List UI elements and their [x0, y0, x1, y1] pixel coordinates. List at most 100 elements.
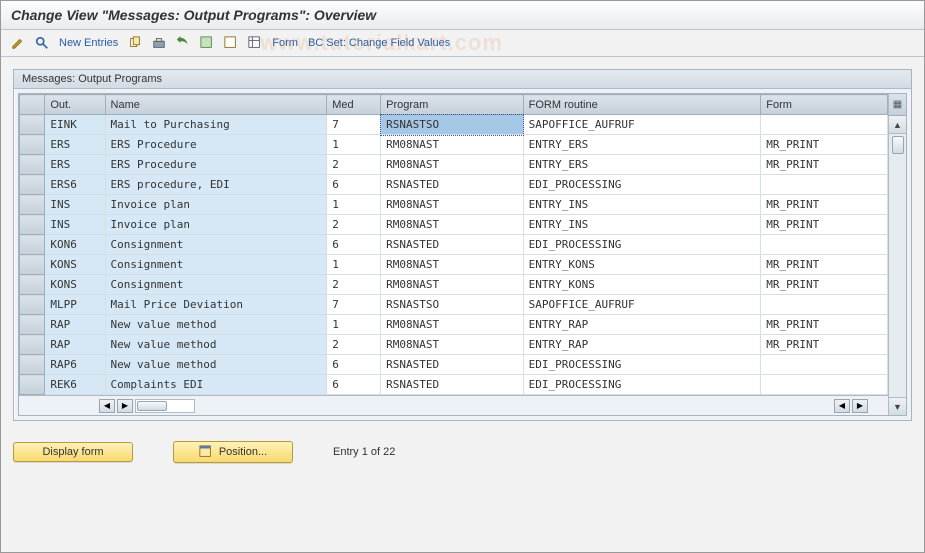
- cell-form[interactable]: MR_PRINT: [761, 335, 888, 355]
- cell-routine[interactable]: ENTRY_KONS: [523, 255, 761, 275]
- cell-out[interactable]: ERS: [45, 135, 105, 155]
- undo-icon[interactable]: [174, 34, 192, 52]
- cell-name[interactable]: Mail to Purchasing: [105, 115, 327, 135]
- cell-name[interactable]: Invoice plan: [105, 195, 327, 215]
- scroll-down-icon[interactable]: ▼: [889, 397, 906, 415]
- delete-icon[interactable]: [150, 34, 168, 52]
- output-programs-table[interactable]: Out. Name Med Program FORM routine Form …: [19, 94, 888, 395]
- row-selector[interactable]: [20, 135, 45, 155]
- col-routine[interactable]: FORM routine: [523, 95, 761, 115]
- cell-form[interactable]: MR_PRINT: [761, 195, 888, 215]
- cell-med[interactable]: 2: [327, 275, 381, 295]
- display-form-button[interactable]: Display form: [13, 442, 133, 462]
- cell-name[interactable]: Consignment: [105, 235, 327, 255]
- col-out[interactable]: Out.: [45, 95, 105, 115]
- cell-out[interactable]: REK6: [45, 375, 105, 395]
- horizontal-scrollbar-right[interactable]: ◀ ▶: [834, 399, 868, 413]
- row-selector[interactable]: [20, 215, 45, 235]
- cell-routine[interactable]: EDI_PROCESSING: [523, 175, 761, 195]
- cell-out[interactable]: ERS6: [45, 175, 105, 195]
- row-selector[interactable]: [20, 115, 45, 135]
- row-selector[interactable]: [20, 235, 45, 255]
- scroll-right2-icon[interactable]: ▶: [852, 399, 868, 413]
- col-med[interactable]: Med: [327, 95, 381, 115]
- cell-name[interactable]: Consignment: [105, 255, 327, 275]
- table-row[interactable]: RAPNew value method2RM08NASTENTRY_RAPMR_…: [20, 335, 888, 355]
- col-name[interactable]: Name: [105, 95, 327, 115]
- row-selector[interactable]: [20, 155, 45, 175]
- form-button[interactable]: Form: [270, 37, 300, 49]
- table-row[interactable]: ERSERS Procedure2RM08NASTENTRY_ERSMR_PRI…: [20, 155, 888, 175]
- cell-out[interactable]: RAP: [45, 315, 105, 335]
- cell-form[interactable]: [761, 235, 888, 255]
- row-selector[interactable]: [20, 195, 45, 215]
- table-row[interactable]: REK6Complaints EDI6RSNASTEDEDI_PROCESSIN…: [20, 375, 888, 395]
- cell-routine[interactable]: ENTRY_INS: [523, 195, 761, 215]
- cell-program[interactable]: RM08NAST: [381, 315, 524, 335]
- cell-med[interactable]: 7: [327, 115, 381, 135]
- cell-out[interactable]: INS: [45, 215, 105, 235]
- cell-name[interactable]: ERS Procedure: [105, 135, 327, 155]
- table-row[interactable]: KONSConsignment2RM08NASTENTRY_KONSMR_PRI…: [20, 275, 888, 295]
- cell-form[interactable]: MR_PRINT: [761, 275, 888, 295]
- cell-form[interactable]: MR_PRINT: [761, 135, 888, 155]
- cell-name[interactable]: ERS Procedure: [105, 155, 327, 175]
- cell-program[interactable]: RM08NAST: [381, 215, 524, 235]
- cell-form[interactable]: [761, 355, 888, 375]
- cell-name[interactable]: Complaints EDI: [105, 375, 327, 395]
- vertical-scrollbar[interactable]: ▦ ▲ ▼: [888, 94, 906, 415]
- table-row[interactable]: RAP6New value method6RSNASTEDEDI_PROCESS…: [20, 355, 888, 375]
- cell-program[interactable]: RSNASTSO: [381, 115, 524, 135]
- table-row[interactable]: INSInvoice plan2RM08NASTENTRY_INSMR_PRIN…: [20, 215, 888, 235]
- cell-form[interactable]: MR_PRINT: [761, 255, 888, 275]
- bcset-button[interactable]: BC Set: Change Field Values: [306, 37, 452, 49]
- scroll-left-icon[interactable]: ◀: [99, 399, 115, 413]
- table-row[interactable]: ERSERS Procedure1RM08NASTENTRY_ERSMR_PRI…: [20, 135, 888, 155]
- scroll-up-icon[interactable]: ▲: [889, 116, 906, 134]
- cell-name[interactable]: Invoice plan: [105, 215, 327, 235]
- cell-form[interactable]: [761, 115, 888, 135]
- cell-med[interactable]: 1: [327, 135, 381, 155]
- cell-program[interactable]: RM08NAST: [381, 255, 524, 275]
- scroll-right-icon[interactable]: ▶: [117, 399, 133, 413]
- cell-program[interactable]: RSNASTED: [381, 375, 524, 395]
- cell-name[interactable]: New value method: [105, 335, 327, 355]
- cell-out[interactable]: RAP: [45, 335, 105, 355]
- table-row[interactable]: INSInvoice plan1RM08NASTENTRY_INSMR_PRIN…: [20, 195, 888, 215]
- cell-routine[interactable]: ENTRY_RAP: [523, 315, 761, 335]
- table-row[interactable]: MLPPMail Price Deviation7RSNASTSOSAPOFFI…: [20, 295, 888, 315]
- cell-program[interactable]: RSNASTED: [381, 235, 524, 255]
- table-row[interactable]: ERS6ERS procedure, EDI6RSNASTEDEDI_PROCE…: [20, 175, 888, 195]
- new-entries-button[interactable]: New Entries: [57, 37, 120, 49]
- cell-med[interactable]: 6: [327, 235, 381, 255]
- cell-program[interactable]: RM08NAST: [381, 195, 524, 215]
- deselect-all-icon[interactable]: [222, 34, 240, 52]
- row-selector[interactable]: [20, 175, 45, 195]
- cell-out[interactable]: INS: [45, 195, 105, 215]
- row-selector[interactable]: [20, 335, 45, 355]
- row-selector[interactable]: [20, 315, 45, 335]
- table-settings-icon[interactable]: [246, 34, 264, 52]
- cell-name[interactable]: Consignment: [105, 275, 327, 295]
- cell-routine[interactable]: ENTRY_KONS: [523, 275, 761, 295]
- cell-program[interactable]: RM08NAST: [381, 135, 524, 155]
- cell-form[interactable]: MR_PRINT: [761, 315, 888, 335]
- row-selector[interactable]: [20, 375, 45, 395]
- cell-name[interactable]: New value method: [105, 315, 327, 335]
- cell-med[interactable]: 6: [327, 175, 381, 195]
- cell-med[interactable]: 6: [327, 375, 381, 395]
- col-form[interactable]: Form: [761, 95, 888, 115]
- toggle-display-icon[interactable]: [9, 34, 27, 52]
- cell-routine[interactable]: ENTRY_INS: [523, 215, 761, 235]
- scroll-left2-icon[interactable]: ◀: [834, 399, 850, 413]
- cell-name[interactable]: ERS procedure, EDI: [105, 175, 327, 195]
- select-all-icon[interactable]: [198, 34, 216, 52]
- cell-med[interactable]: 7: [327, 295, 381, 315]
- cell-form[interactable]: MR_PRINT: [761, 155, 888, 175]
- cell-out[interactable]: ERS: [45, 155, 105, 175]
- cell-med[interactable]: 6: [327, 355, 381, 375]
- row-selector[interactable]: [20, 355, 45, 375]
- row-selector[interactable]: [20, 295, 45, 315]
- cell-out[interactable]: KON6: [45, 235, 105, 255]
- cell-program[interactable]: RSNASTED: [381, 355, 524, 375]
